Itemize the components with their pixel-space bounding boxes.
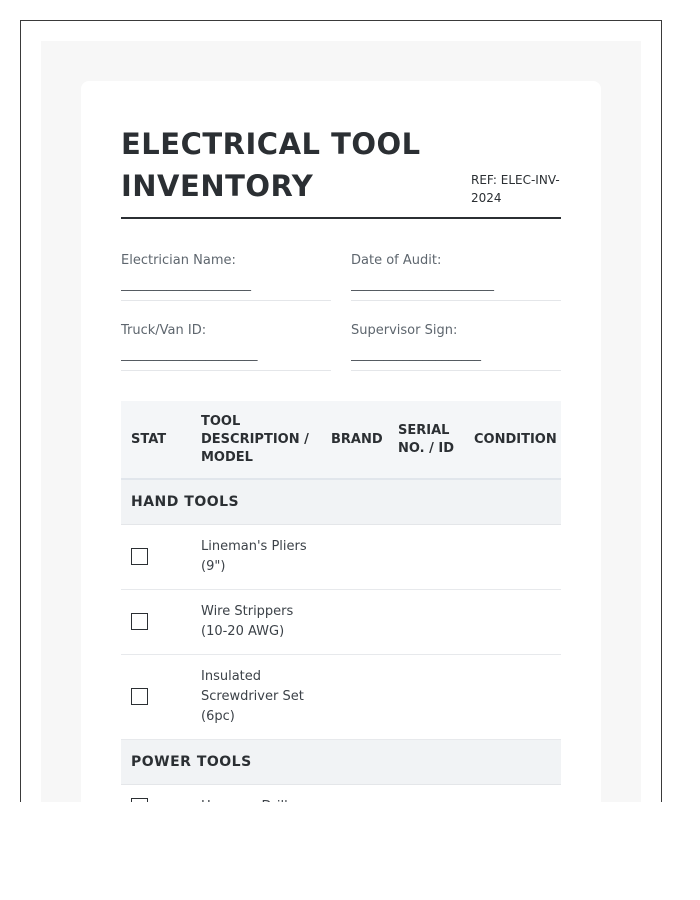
- table-header-row: STAT TOOL DESCRIPTION / MODEL BRAND SERI…: [121, 401, 561, 480]
- document-title: ELECTRICAL TOOL INVENTORY: [121, 127, 421, 203]
- document-frame: ELECTRICAL TOOL INVENTORY REF: ELEC-INV-…: [20, 20, 662, 802]
- electrician-name-field[interactable]: Electrician Name: ____________________: [121, 251, 331, 301]
- document-header: ELECTRICAL TOOL INVENTORY REF: ELEC-INV-…: [121, 123, 561, 219]
- field-blank-line: ____________________: [121, 277, 251, 292]
- header-serial-id: SERIAL NO. / ID: [388, 401, 464, 480]
- inventory-table: STAT TOOL DESCRIPTION / MODEL BRAND SERI…: [121, 401, 561, 802]
- page-background: ELECTRICAL TOOL INVENTORY REF: ELEC-INV-…: [41, 41, 641, 802]
- section-title: HAND TOOLS: [121, 479, 561, 525]
- date-of-audit-field[interactable]: Date of Audit: ______________________: [351, 251, 561, 301]
- condition-cell[interactable]: [464, 524, 561, 590]
- field-blank-line: ____________________: [351, 347, 481, 362]
- header-brand: BRAND: [321, 401, 388, 480]
- status-checkbox[interactable]: [131, 547, 148, 565]
- table-row: Lineman's Pliers (9"): [121, 524, 561, 590]
- brand-cell[interactable]: [321, 654, 388, 740]
- inventory-sheet: ELECTRICAL TOOL INVENTORY REF: ELEC-INV-…: [81, 81, 601, 802]
- brand-cell[interactable]: [321, 784, 388, 802]
- serial-cell[interactable]: [388, 654, 464, 740]
- brand-cell[interactable]: [321, 589, 388, 655]
- section-row-hand-tools: HAND TOOLS: [121, 479, 561, 525]
- status-checkbox[interactable]: [131, 687, 148, 705]
- serial-cell[interactable]: [388, 589, 464, 655]
- brand-cell[interactable]: [321, 524, 388, 590]
- section-row-power-tools: POWER TOOLS: [121, 739, 561, 785]
- supervisor-sign-field[interactable]: Supervisor Sign: ____________________: [351, 321, 561, 371]
- table-row: Hammer Drill: [121, 784, 561, 802]
- field-blank-line: _____________________: [121, 347, 258, 362]
- section-title: POWER TOOLS: [121, 739, 561, 785]
- serial-cell[interactable]: [388, 784, 464, 802]
- header-stat: STAT: [121, 401, 191, 480]
- table-row: Wire Strippers (10-20 AWG): [121, 589, 561, 655]
- field-blank-line: ______________________: [351, 277, 494, 292]
- condition-cell[interactable]: [464, 654, 561, 740]
- header-condition: CONDITION: [464, 401, 561, 480]
- field-label: Date of Audit:: [351, 253, 442, 268]
- tool-description: Hammer Drill: [191, 784, 321, 802]
- condition-cell[interactable]: [464, 589, 561, 655]
- header-tool-description: TOOL DESCRIPTION / MODEL: [191, 401, 321, 480]
- field-label: Truck/Van ID:: [121, 323, 207, 338]
- field-label: Electrician Name:: [121, 253, 236, 268]
- reference-code: REF: ELEC-INV-2024: [471, 173, 560, 205]
- status-checkbox[interactable]: [131, 797, 148, 802]
- truck-van-id-field[interactable]: Truck/Van ID: _____________________: [121, 321, 331, 371]
- tool-description: Insulated Screwdriver Set (6pc): [191, 654, 321, 740]
- audit-fields: Electrician Name: ____________________ D…: [121, 251, 561, 371]
- status-checkbox[interactable]: [131, 612, 148, 630]
- tool-description: Wire Strippers (10-20 AWG): [191, 589, 321, 655]
- serial-cell[interactable]: [388, 524, 464, 590]
- condition-cell[interactable]: [464, 784, 561, 802]
- table-row: Insulated Screwdriver Set (6pc): [121, 654, 561, 740]
- field-label: Supervisor Sign:: [351, 323, 458, 338]
- tool-description: Lineman's Pliers (9"): [191, 524, 321, 590]
